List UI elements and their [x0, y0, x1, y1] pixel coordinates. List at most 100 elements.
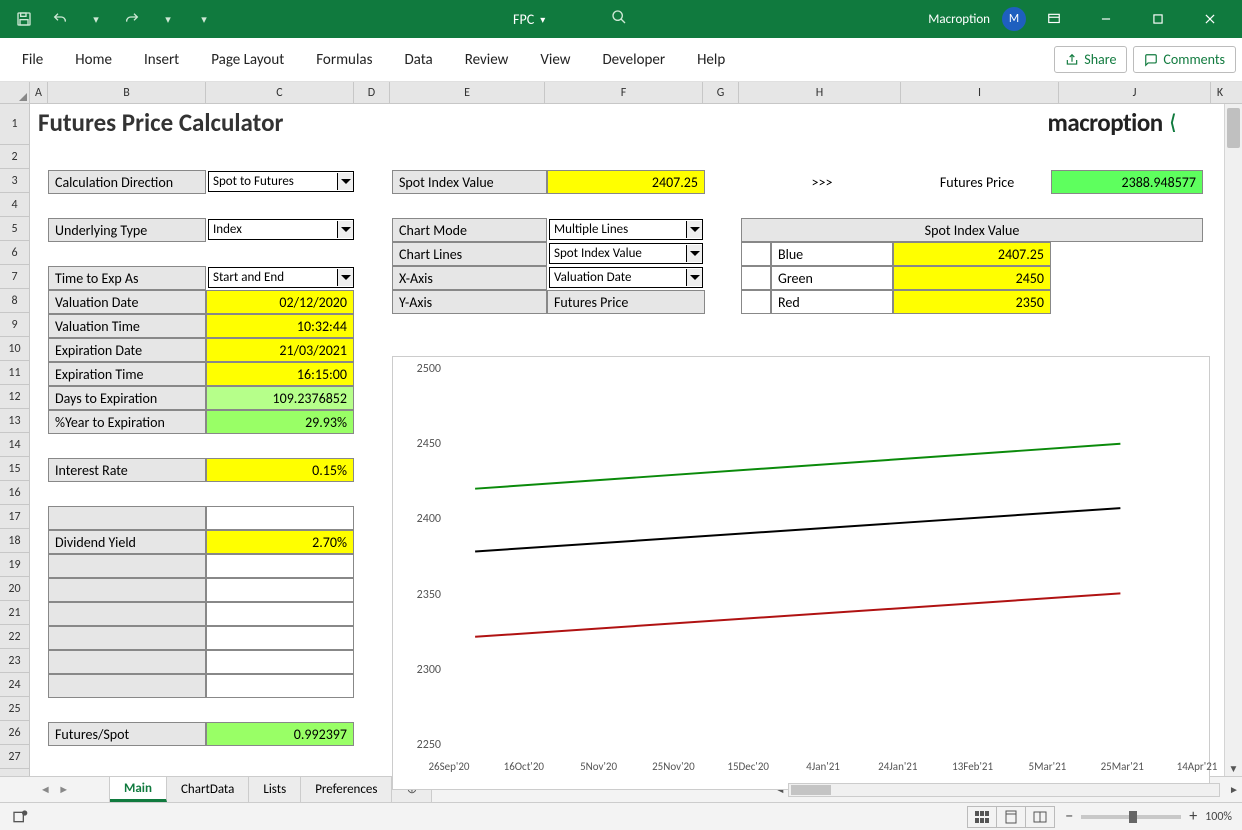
blue-value-cell[interactable]: 2407.25 — [893, 242, 1051, 266]
page-layout-view-icon[interactable] — [996, 806, 1026, 828]
expiration-date-cell[interactable]: 21/03/2021 — [206, 338, 354, 362]
row-1[interactable]: 1 — [0, 104, 29, 145]
row-13[interactable]: 13 — [0, 409, 29, 433]
row-23[interactable]: 23 — [0, 649, 29, 673]
futures-spot-cell[interactable]: 0.992397 — [206, 722, 354, 746]
menu-data[interactable]: Data — [388, 43, 448, 77]
page-break-view-icon[interactable] — [1025, 806, 1055, 828]
underlying-type-dropdown[interactable]: Index — [208, 219, 354, 240]
horizontal-scrollbar[interactable] — [788, 783, 1220, 797]
row-25[interactable]: 25 — [0, 697, 29, 721]
ribbon-display-icon[interactable] — [1030, 0, 1078, 38]
select-all-corner[interactable] — [0, 82, 30, 103]
row-10[interactable]: 10 — [0, 337, 29, 361]
chart[interactable]: 22502300235024002450250026Sep'2016Oct'20… — [392, 356, 1210, 790]
empty-row19-cell[interactable] — [206, 554, 354, 578]
empty-row22-cell[interactable] — [206, 626, 354, 650]
qat-customize-icon[interactable]: ▾ — [188, 3, 220, 35]
tab-preferences[interactable]: Preferences — [301, 777, 392, 802]
chevron-down-icon[interactable]: ▾ — [540, 13, 545, 26]
valuation-time-cell[interactable]: 10:32:44 — [206, 314, 354, 338]
empty-row21-cell[interactable] — [206, 602, 354, 626]
empty-row20-cell[interactable] — [206, 578, 354, 602]
spot-index-cell[interactable]: 2407.25 — [547, 170, 705, 194]
ribbon-expander-icon[interactable]: ▾ — [152, 3, 184, 35]
row-16[interactable]: 16 — [0, 481, 29, 505]
menu-review[interactable]: Review — [449, 43, 525, 77]
futures-price-cell[interactable]: 2388.948577 — [1051, 170, 1203, 194]
maximize-button[interactable] — [1134, 0, 1182, 38]
col-H[interactable]: H — [739, 82, 901, 103]
row-6[interactable]: 6 — [0, 241, 29, 265]
menu-developer[interactable]: Developer — [586, 43, 681, 77]
comments-button[interactable]: Comments — [1133, 46, 1236, 73]
expiration-time-cell[interactable]: 16:15:00 — [206, 362, 354, 386]
zoom-out-button[interactable]: − — [1065, 807, 1073, 826]
hscroll-right-icon[interactable]: ► — [1226, 783, 1242, 797]
col-E[interactable]: E — [390, 82, 545, 103]
row-11[interactable]: 11 — [0, 361, 29, 385]
row-4[interactable]: 4 — [0, 193, 29, 217]
menu-file[interactable]: File — [6, 43, 59, 77]
xaxis-dropdown[interactable]: Valuation Date — [549, 267, 703, 288]
menu-insert[interactable]: Insert — [128, 43, 195, 77]
row-15[interactable]: 15 — [0, 457, 29, 481]
tab-main[interactable]: Main — [110, 777, 167, 802]
user-name[interactable]: Macroption — [920, 12, 998, 27]
time-to-exp-dropdown[interactable]: Start and End — [208, 267, 354, 288]
valuation-date-cell[interactable]: 02/12/2020 — [206, 290, 354, 314]
menu-home[interactable]: Home — [59, 43, 128, 77]
interest-rate-cell[interactable]: 0.15% — [206, 458, 354, 482]
tab-lists[interactable]: Lists — [249, 777, 301, 802]
row-9[interactable]: 9 — [0, 313, 29, 337]
zoom-level[interactable]: 100% — [1205, 810, 1232, 824]
avatar[interactable]: M — [1002, 7, 1026, 31]
worksheet-grid[interactable]: Futures Price Calculator macroption⟨ Cal… — [30, 104, 1224, 776]
search-icon[interactable] — [611, 9, 627, 29]
chart-lines-dropdown[interactable]: Spot Index Value — [549, 243, 703, 264]
row-26[interactable]: 26 — [0, 721, 29, 745]
row-12[interactable]: 12 — [0, 385, 29, 409]
green-value-cell[interactable]: 2450 — [893, 266, 1051, 290]
row-8[interactable]: 8 — [0, 289, 29, 313]
row-19[interactable]: 19 — [0, 553, 29, 577]
zoom-in-button[interactable]: + — [1189, 807, 1197, 826]
row-18[interactable]: 18 — [0, 529, 29, 553]
row-3[interactable]: 3 — [0, 169, 29, 193]
row-22[interactable]: 22 — [0, 625, 29, 649]
empty-row24-cell[interactable] — [206, 674, 354, 698]
row-21[interactable]: 21 — [0, 601, 29, 625]
col-B[interactable]: B — [48, 82, 206, 103]
days-to-exp-cell[interactable]: 109.2376852 — [206, 386, 354, 410]
row-24[interactable]: 24 — [0, 673, 29, 697]
col-I[interactable]: I — [901, 82, 1059, 103]
minimize-button[interactable] — [1082, 0, 1130, 38]
ribbon-expander-icon[interactable]: ▾ — [80, 3, 112, 35]
row-5[interactable]: 5 — [0, 217, 29, 241]
menu-help[interactable]: Help — [681, 43, 741, 77]
col-F[interactable]: F — [545, 82, 703, 103]
scroll-down-icon[interactable]: ▼ — [1225, 760, 1242, 776]
share-button[interactable]: Share — [1054, 46, 1127, 73]
chart-mode-dropdown[interactable]: Multiple Lines — [549, 219, 703, 240]
col-A[interactable]: A — [30, 82, 48, 103]
dividend-yield-cell[interactable]: 2.70% — [206, 530, 354, 554]
sheet-nav[interactable]: ◄ ► — [0, 777, 110, 802]
row-2[interactable]: 2 — [0, 145, 29, 169]
scroll-thumb[interactable] — [1227, 108, 1240, 148]
col-K[interactable]: K — [1211, 82, 1229, 103]
row-20[interactable]: 20 — [0, 577, 29, 601]
empty-row17-cell[interactable] — [206, 506, 354, 530]
col-J[interactable]: J — [1059, 82, 1211, 103]
empty-row23-cell[interactable] — [206, 650, 354, 674]
col-C[interactable]: C — [206, 82, 354, 103]
undo-icon[interactable] — [44, 3, 76, 35]
col-D[interactable]: D — [354, 82, 390, 103]
col-G[interactable]: G — [703, 82, 739, 103]
normal-view-icon[interactable] — [967, 806, 997, 828]
red-value-cell[interactable]: 2350 — [893, 290, 1051, 314]
vertical-scrollbar[interactable]: ▲ ▼ — [1224, 104, 1242, 776]
row-27[interactable]: 27 — [0, 745, 29, 769]
calc-direction-dropdown[interactable]: Spot to Futures — [208, 171, 354, 192]
save-icon[interactable] — [8, 3, 40, 35]
